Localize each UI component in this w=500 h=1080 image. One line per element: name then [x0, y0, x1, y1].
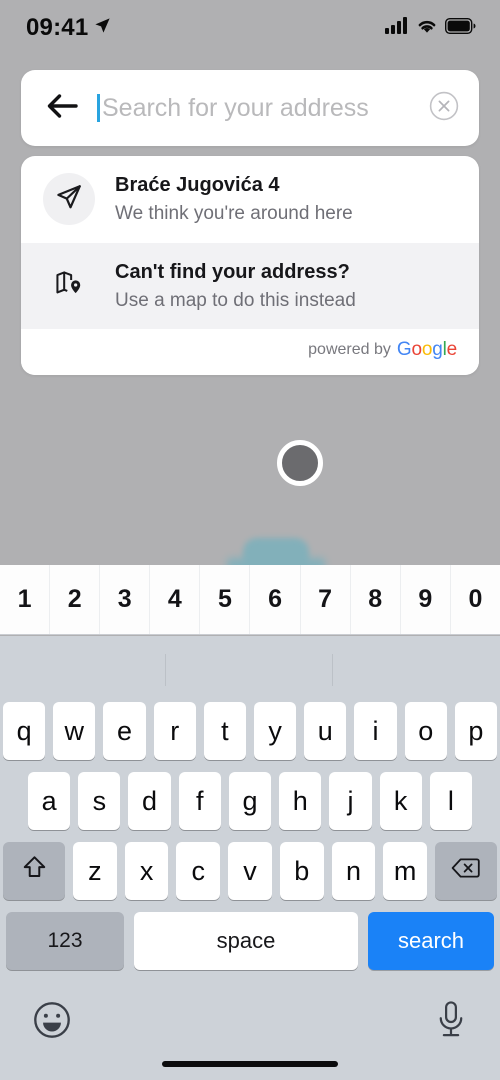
number-key-4[interactable]: 4 — [150, 565, 201, 634]
shift-key[interactable] — [3, 842, 65, 900]
backspace-key[interactable] — [435, 842, 497, 900]
suggestion-item-current-location[interactable]: Braće Jugovića 4 We think you're around … — [21, 156, 479, 243]
letter-key-w[interactable]: w — [53, 702, 96, 760]
battery-full-icon — [444, 17, 476, 39]
suggestion-subtitle: We think you're around here — [115, 203, 353, 224]
number-key-7[interactable]: 7 — [301, 565, 351, 634]
clear-circle-icon — [428, 90, 460, 127]
text-caret — [97, 94, 100, 122]
number-key-0[interactable]: 0 — [451, 565, 500, 634]
back-button[interactable] — [43, 88, 83, 128]
letter-key-g[interactable]: g — [228, 772, 272, 830]
letter-key-e[interactable]: e — [103, 702, 146, 760]
letter-key-b[interactable]: b — [279, 842, 324, 900]
letter-key-v[interactable]: v — [228, 842, 272, 900]
number-row: 1234567890 — [0, 565, 500, 635]
letter-key-q[interactable]: q — [2, 702, 46, 760]
letter-key-h[interactable]: h — [279, 772, 322, 830]
keyboard-row-1: qwertyuiop — [0, 702, 500, 760]
emoji-key[interactable] — [32, 1000, 72, 1045]
search-placeholder: Search for your address — [102, 93, 369, 122]
keyboard-bottom-row: 123 space search — [0, 912, 500, 970]
back-arrow-icon — [46, 93, 80, 124]
space-key[interactable]: space — [134, 912, 358, 970]
suggestion-item-use-map[interactable]: Can't find your address? Use a map to do… — [21, 242, 479, 330]
status-bar: 09:41 — [0, 0, 500, 56]
number-key-2[interactable]: 2 — [50, 565, 101, 634]
letter-key-o[interactable]: o — [404, 702, 447, 760]
letter-key-k[interactable]: k — [379, 772, 422, 830]
keyboard-row-3-letters: zxcvbnm — [73, 842, 428, 900]
letter-key-r[interactable]: r — [153, 702, 196, 760]
location-arrow-icon — [93, 16, 112, 40]
letter-key-t[interactable]: t — [203, 702, 246, 760]
letter-key-c[interactable]: c — [176, 842, 221, 900]
keyboard-footer — [0, 986, 500, 1058]
cellular-signal-icon — [385, 17, 409, 39]
suggestion-subtitle: Use a map to do this instead — [115, 289, 356, 311]
status-bar-right — [385, 17, 476, 39]
predictive-separator — [332, 654, 333, 686]
navigation-arrow-icon — [55, 183, 83, 216]
suggestion-text-block: Braće Jugovića 4 We think you're around … — [115, 172, 353, 227]
google-logo: Google — [397, 339, 457, 361]
google-logo-letter: G — [396, 339, 412, 361]
suggestion-icon-wrap — [43, 173, 95, 226]
letter-key-d[interactable]: d — [128, 772, 171, 830]
letter-key-p[interactable]: p — [454, 702, 498, 760]
google-logo-letter: o — [421, 339, 433, 361]
number-key-3[interactable]: 3 — [100, 565, 151, 634]
number-key-1[interactable]: 1 — [0, 565, 51, 634]
numeric-mode-key[interactable]: 123 — [6, 912, 124, 970]
search-input[interactable]: Search for your address — [97, 88, 427, 128]
suggestion-title: Braće Jugovića 4 — [115, 174, 280, 196]
google-logo-letter: g — [432, 339, 443, 361]
letter-key-l[interactable]: l — [429, 772, 472, 830]
map-pin-icon — [54, 268, 84, 303]
phone-screen: 09:41 Search for your address Braće Jugo… — [0, 0, 500, 1080]
number-key-6[interactable]: 6 — [250, 565, 301, 634]
letter-key-f[interactable]: f — [178, 772, 221, 830]
microphone-icon — [434, 1000, 468, 1044]
wifi-icon — [416, 17, 438, 39]
search-action-key[interactable]: search — [368, 912, 494, 970]
status-bar-left: 09:41 — [26, 14, 112, 42]
keyboard-row-2: asdfghjkl — [0, 772, 500, 830]
letter-key-u[interactable]: u — [304, 702, 347, 760]
letter-key-m[interactable]: m — [383, 842, 428, 900]
suggestion-title: Can't find your address? — [115, 260, 350, 283]
letter-key-y[interactable]: y — [254, 702, 297, 760]
letter-key-x[interactable]: x — [124, 842, 169, 900]
on-screen-keyboard: qwertyuiop asdfghjkl zxcvbnm 123 space s… — [0, 636, 500, 1080]
search-bar[interactable]: Search for your address — [21, 70, 479, 146]
predictive-suggestion-bar[interactable] — [0, 636, 500, 702]
google-logo-letter: e — [446, 339, 458, 361]
predictive-separator — [165, 654, 166, 686]
backspace-delete-icon — [451, 856, 481, 887]
letter-key-z[interactable]: z — [73, 842, 117, 900]
google-logo-letter: o — [411, 339, 422, 361]
suggestion-icon-wrap — [43, 260, 95, 312]
letter-key-s[interactable]: s — [78, 772, 121, 830]
status-time: 09:41 — [26, 14, 89, 41]
dictation-key[interactable] — [434, 1000, 468, 1045]
number-key-9[interactable]: 9 — [401, 565, 451, 634]
google-attribution: powered by Google — [21, 329, 479, 376]
letter-key-a[interactable]: a — [28, 772, 71, 830]
suggestion-text-block: Can't find your address? Use a map to do… — [115, 259, 356, 314]
powered-by-label: powered by — [308, 341, 391, 359]
letter-key-i[interactable]: i — [354, 702, 397, 760]
address-suggestions-card: Braće Jugovića 4 We think you're around … — [21, 156, 479, 376]
keyboard-row-3: zxcvbnm — [0, 842, 500, 900]
letter-key-j[interactable]: j — [329, 772, 372, 830]
letter-key-n[interactable]: n — [331, 842, 376, 900]
number-key-8[interactable]: 8 — [351, 565, 401, 634]
shift-arrow-icon — [21, 854, 48, 888]
home-indicator[interactable] — [162, 1061, 338, 1067]
clear-search-button[interactable] — [427, 91, 461, 125]
number-key-5[interactable]: 5 — [200, 565, 251, 634]
location-marker-dot[interactable] — [277, 440, 323, 486]
emoji-smiley-icon — [32, 1001, 72, 1044]
